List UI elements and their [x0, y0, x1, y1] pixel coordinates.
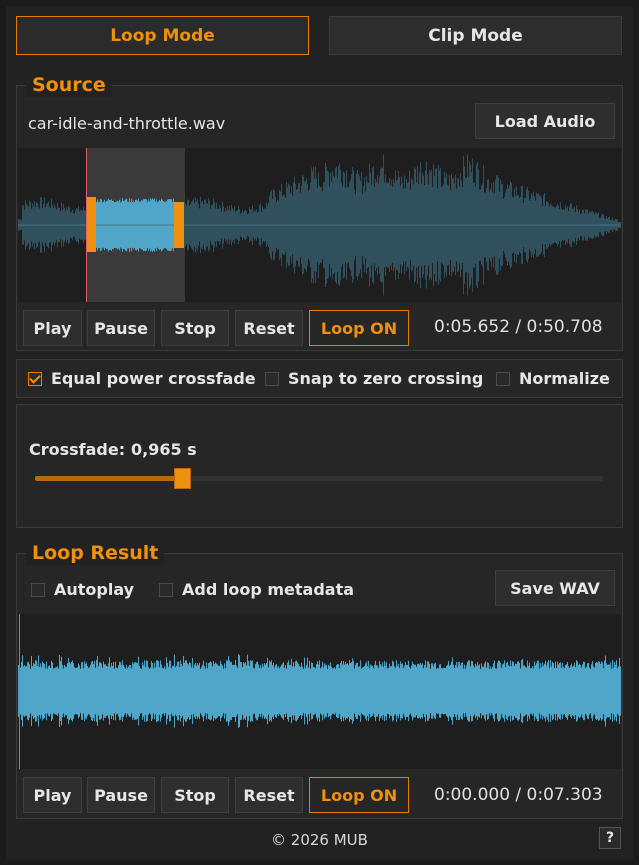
equal-power-option[interactable]: Equal power crossfade	[28, 369, 256, 388]
result-waveform-graphic	[18, 614, 621, 769]
loop-mode-tab[interactable]: Loop Mode	[16, 16, 309, 55]
normalize-label: Normalize	[519, 369, 610, 388]
result-stop-button[interactable]: Stop	[161, 777, 229, 813]
load-audio-button[interactable]: Load Audio	[475, 103, 615, 139]
result-loop-toggle[interactable]: Loop ON	[309, 777, 409, 813]
crossfade-label: Crossfade:	[29, 440, 126, 459]
metadata-label: Add loop metadata	[182, 580, 355, 599]
result-reset-button[interactable]: Reset	[235, 777, 303, 813]
source-reset-button[interactable]: Reset	[235, 310, 303, 346]
snap-zero-label: Snap to zero crossing	[288, 369, 484, 388]
equal-power-label: Equal power crossfade	[51, 369, 256, 388]
normalize-option[interactable]: Normalize	[496, 369, 610, 388]
source-stop-button[interactable]: Stop	[161, 310, 229, 346]
autoplay-checkbox[interactable]	[31, 582, 45, 597]
crossfade-value: 0,965 s	[131, 440, 197, 459]
loop-result-title: Loop Result	[26, 541, 165, 565]
result-waveform[interactable]	[18, 614, 621, 769]
normalize-checkbox[interactable]	[496, 371, 510, 386]
help-button[interactable]: ?	[599, 827, 621, 849]
equal-power-checkbox[interactable]	[28, 371, 42, 386]
source-play-button[interactable]: Play	[23, 310, 82, 346]
source-waveform-graphic	[18, 148, 621, 302]
crossfade-slider-track[interactable]	[35, 468, 603, 489]
source-time-display: 0:05.652 / 0:50.708	[434, 317, 603, 337]
autoplay-option[interactable]: Autoplay	[31, 580, 134, 599]
source-pause-button[interactable]: Pause	[87, 310, 155, 346]
source-filename: car-idle-and-throttle.wav	[28, 114, 226, 133]
crossfade-group	[16, 404, 623, 528]
metadata-option[interactable]: Add loop metadata	[159, 580, 354, 599]
result-pause-button[interactable]: Pause	[87, 777, 155, 813]
snap-zero-checkbox[interactable]	[265, 371, 279, 386]
result-time-display: 0:00.000 / 0:07.303	[434, 785, 603, 805]
crossfade-slider-fill	[35, 476, 182, 481]
source-waveform[interactable]	[18, 148, 621, 302]
footer-copyright: © 2026 MUB	[271, 831, 368, 849]
source-title: Source	[26, 73, 112, 97]
result-play-button[interactable]: Play	[23, 777, 82, 813]
source-loop-toggle[interactable]: Loop ON	[309, 310, 409, 346]
crossfade-slider-handle[interactable]	[173, 468, 191, 489]
snap-zero-option[interactable]: Snap to zero crossing	[265, 369, 483, 388]
autoplay-label: Autoplay	[54, 580, 135, 599]
save-wav-button[interactable]: Save WAV	[495, 570, 615, 606]
metadata-checkbox[interactable]	[159, 582, 173, 597]
clip-mode-tab[interactable]: Clip Mode	[329, 16, 622, 55]
